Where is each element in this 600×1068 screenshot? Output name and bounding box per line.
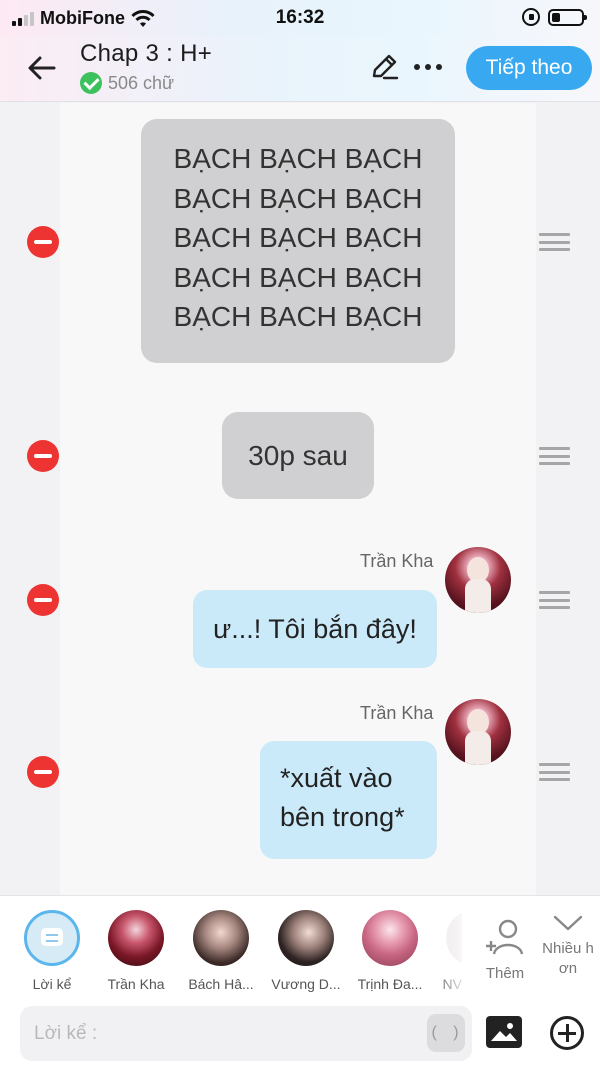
message-bubble[interactable]: *xuất vào bên trong* <box>260 741 437 859</box>
message-input[interactable] <box>20 1006 420 1061</box>
character-chip-narrator[interactable]: Lời kể <box>14 910 90 992</box>
check-icon <box>80 72 102 94</box>
word-count: 506 chữ <box>108 72 175 93</box>
drag-handle-icon[interactable] <box>539 447 570 465</box>
character-chip[interactable]: Trần Kha <box>98 910 174 992</box>
character-name: Lời kể <box>32 976 72 992</box>
status-time: 16:32 <box>275 7 325 28</box>
character-name: Trần Kha <box>107 976 165 992</box>
chevron-down-icon <box>553 915 583 931</box>
avatar <box>278 910 334 966</box>
title-block: Chap 3 : H+ 506 chữ <box>80 40 212 94</box>
composer-input-box <box>20 1006 472 1061</box>
word-count-row: 506 chữ <box>80 72 212 94</box>
character-name: Trịnh Đa... <box>357 976 423 992</box>
speaker-name: Trần Kha <box>360 703 434 723</box>
character-chip[interactable]: Bách Hâ... <box>183 910 259 992</box>
pencil-icon[interactable] <box>370 52 400 82</box>
expand-more-label: Nhiều h ơn <box>542 940 594 977</box>
narration-bubble[interactable]: 30p sau <box>222 412 374 499</box>
next-button[interactable]: Tiếp theo <box>466 46 592 90</box>
add-character-button[interactable]: Thêm <box>482 918 528 982</box>
message-bubble[interactable]: ư...! Tôi bắn đây! <box>193 590 437 668</box>
character-name: Vương D... <box>271 976 341 992</box>
delete-message-button[interactable] <box>27 584 59 616</box>
narration-bubble[interactable]: BẠCH BẠCH BẠCH BẠCH BẠCH BẠCH BẠCH BẠCH … <box>141 119 455 363</box>
add-character-label: Thêm <box>485 965 525 982</box>
avatar <box>362 910 418 966</box>
rotation-lock-icon <box>522 8 540 26</box>
delete-message-button[interactable] <box>27 226 59 258</box>
avatar <box>108 910 164 966</box>
avatar <box>445 547 511 613</box>
character-chip[interactable]: Vương D... <box>268 910 344 992</box>
avatar <box>445 699 511 765</box>
chapter-header: Chap 3 : H+ 506 chữ Tiếp theo <box>0 36 600 102</box>
image-icon[interactable] <box>486 1016 522 1048</box>
delete-message-button[interactable] <box>27 756 59 788</box>
scroll-fade <box>434 896 472 996</box>
back-arrow-icon[interactable] <box>24 50 60 86</box>
expand-more-button[interactable]: Nhiều h ơn <box>538 912 598 979</box>
status-right <box>522 8 587 26</box>
add-user-icon <box>486 919 524 955</box>
chapter-title[interactable]: Chap 3 : H+ <box>80 40 212 68</box>
delete-message-button[interactable] <box>27 440 59 472</box>
character-name: Bách Hâ... <box>188 976 254 992</box>
battery-icon <box>548 8 587 26</box>
more-options-icon[interactable] <box>414 64 442 70</box>
drag-handle-icon[interactable] <box>539 763 570 781</box>
character-chip[interactable]: Trịnh Đa... <box>352 910 428 992</box>
add-icon[interactable] <box>550 1016 584 1050</box>
paren-button[interactable]: ( ) <box>427 1014 465 1052</box>
status-bar: MobiFone 16:32 <box>0 0 600 36</box>
speaker-name: Trần Kha <box>360 551 434 571</box>
drag-handle-icon[interactable] <box>539 591 570 609</box>
drag-handle-icon[interactable] <box>539 233 570 251</box>
avatar <box>193 910 249 966</box>
narrator-icon <box>24 910 80 966</box>
